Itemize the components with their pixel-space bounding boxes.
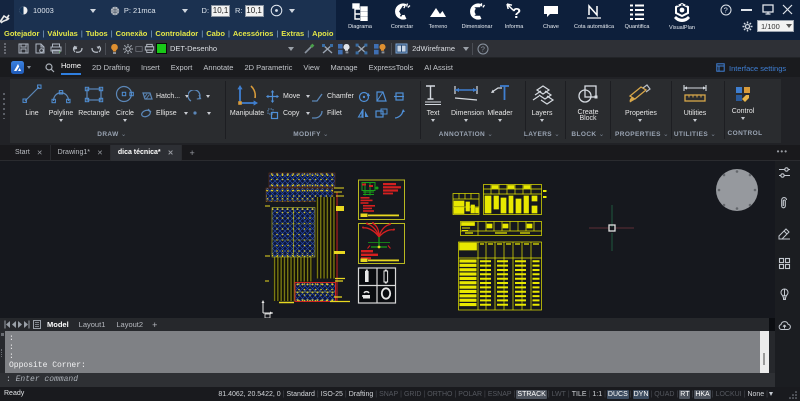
- svg-text:?: ?: [512, 5, 521, 21]
- svg-text:?: ?: [724, 6, 728, 15]
- svg-text:?: ?: [481, 44, 485, 53]
